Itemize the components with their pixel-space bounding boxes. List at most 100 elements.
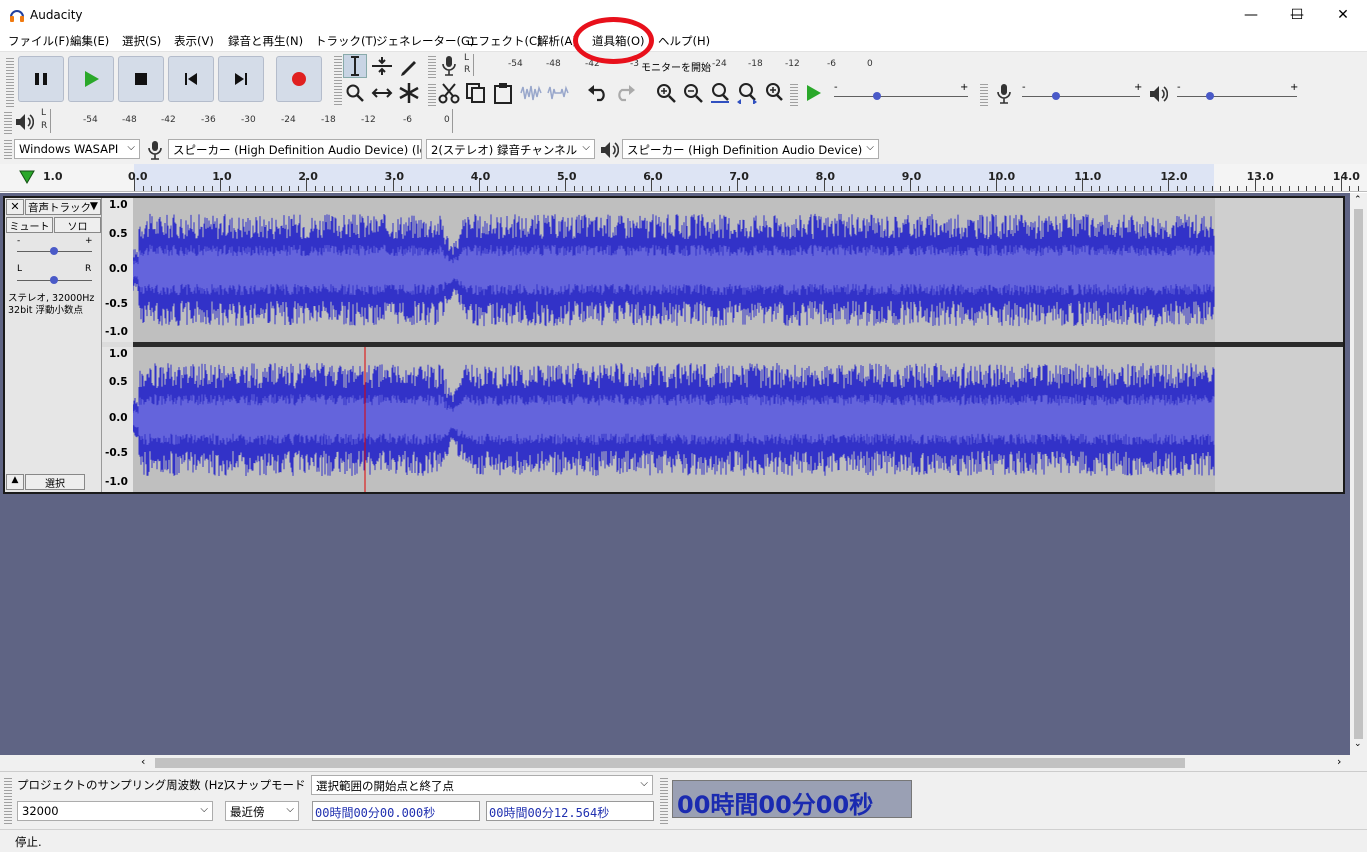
record-button[interactable] [276, 56, 322, 102]
gain-slider-knob[interactable] [50, 247, 58, 255]
silence-button[interactable] [546, 81, 570, 105]
toolbar-grip[interactable] [4, 138, 12, 160]
menu-generate[interactable]: ジェネレーター(G) [376, 33, 474, 49]
audio-position-display[interactable]: 00時間00分00秒 [672, 780, 912, 819]
slider-knob[interactable] [1052, 92, 1060, 100]
toolbar-grip[interactable] [428, 54, 436, 78]
slider-knob[interactable] [873, 92, 881, 100]
multi-tool-button[interactable] [397, 81, 421, 105]
play-button[interactable] [68, 56, 114, 102]
toolbar-grip[interactable] [980, 82, 988, 106]
toolbar-grip[interactable] [4, 110, 12, 134]
timeline-ruler[interactable]: 1.0 0.0 1.0 2.0 3.0 4.0 5.0 6.0 7.0 8.0 9.0 10.0 11… [0, 164, 1367, 192]
playback-speed-slider[interactable] [834, 96, 968, 97]
skip-to-start-button[interactable] [168, 56, 214, 102]
chevron-left-icon[interactable]: ‹ [141, 755, 145, 768]
selection-end-time[interactable]: 00時間00分12.564秒 [486, 801, 654, 821]
horizontal-scrollbar[interactable]: ‹ › [0, 755, 1367, 771]
toolbar-grip[interactable] [660, 776, 668, 826]
playback-volume-slider[interactable] [1177, 96, 1297, 97]
minimize-window-button[interactable]: — [1228, 0, 1274, 30]
play-at-speed-button[interactable] [801, 81, 825, 105]
menu-help[interactable]: ヘルプ(H) [658, 33, 710, 49]
skip-to-end-button[interactable] [218, 56, 264, 102]
solo-button[interactable]: ソロ [54, 217, 101, 233]
close-track-button[interactable]: ✕ [6, 199, 24, 215]
ruler-tick [212, 186, 213, 191]
selection-mode-select[interactable]: 選択範囲の開始点と終了点 ⌵ [311, 775, 653, 795]
playback-meter[interactable]: -54 -48 -42 -36 -30 -24 -18 -12 -6 0 [50, 109, 453, 133]
project-rate-select[interactable]: 32000 ⌵ [17, 801, 213, 821]
ruler-tick [927, 186, 928, 191]
close-window-button[interactable]: ✕ [1320, 0, 1366, 30]
ruler-tick [1117, 186, 1118, 191]
selection-tool-button[interactable] [343, 54, 367, 78]
audio-host-select[interactable]: Windows WASAPI ⌵ [14, 139, 140, 159]
select-track-button[interactable]: 選択 [25, 474, 85, 490]
speaker-icon[interactable] [14, 112, 34, 132]
snap-mode-select[interactable]: 最近傍 ⌵ [225, 801, 299, 821]
recording-meter[interactable]: -54 -48 -42 -3 モニターを開始 -24 -18 -12 -6 0 [473, 54, 876, 76]
time-shift-tool-button[interactable] [370, 81, 394, 105]
track-format-line1: ステレオ, 32000Hz [8, 293, 95, 304]
microphone-icon[interactable] [440, 55, 458, 77]
fit-project-button[interactable] [735, 81, 759, 105]
chevron-right-icon[interactable]: › [1337, 755, 1341, 768]
audio-host-value: Windows WASAPI [19, 142, 119, 156]
menu-file[interactable]: ファイル(F) [8, 33, 70, 49]
toolbar-grip[interactable] [428, 82, 436, 106]
playback-device-select[interactable]: スピーカー (High Definition Audio Device) ⌵ [622, 139, 879, 159]
collapse-track-button[interactable]: ▲ [6, 474, 24, 490]
menu-tracks[interactable]: トラック(T) [315, 33, 377, 49]
redo-button[interactable] [613, 81, 637, 105]
menu-effect[interactable]: エフェクト(C) [467, 33, 542, 49]
fit-selection-button[interactable] [708, 81, 732, 105]
monitor-start-label[interactable]: モニターを開始 [641, 59, 711, 74]
menu-analyze[interactable]: 解析(A) [537, 33, 577, 49]
undo-button[interactable] [586, 81, 610, 105]
zoom-out-button[interactable] [681, 81, 705, 105]
track-control-panel[interactable]: ✕ 音声トラック ▼ ミュート ソロ - + L R ステレオ, 32000Hz… [5, 198, 102, 492]
ruler-tick [522, 186, 523, 191]
zoom-tool-button[interactable] [343, 81, 367, 105]
recording-volume-slider[interactable] [1022, 96, 1140, 97]
menu-transport[interactable]: 録音と再生(N) [228, 33, 303, 49]
zoom-toggle-button[interactable] [762, 81, 786, 105]
stop-button[interactable] [118, 56, 164, 102]
selection-start-time[interactable]: 00時間00分00.000秒 [312, 801, 480, 821]
record-icon [292, 72, 306, 86]
recording-channels-select[interactable]: 2(ステレオ) 録音チャンネル ⌵ [426, 139, 595, 159]
pause-button[interactable] [18, 56, 64, 102]
zoom-in-button[interactable] [654, 81, 678, 105]
slider-knob[interactable] [1206, 92, 1214, 100]
recording-device-select[interactable]: スピーカー (High Definition Audio Device) (lo… [168, 139, 422, 159]
maximize-window-button[interactable]: ☐ [1274, 0, 1320, 30]
paste-button[interactable] [491, 81, 515, 105]
menu-view[interactable]: 表示(V) [174, 33, 214, 49]
cut-button[interactable] [437, 81, 461, 105]
toolbar-grip[interactable] [4, 776, 12, 826]
meter-tick: -42 [161, 115, 176, 125]
meter-tick: -48 [546, 59, 561, 69]
trim-button[interactable] [519, 81, 543, 105]
ruler-tick [375, 186, 376, 191]
menu-edit[interactable]: 編集(E) [70, 33, 109, 49]
horizontal-scroll-thumb[interactable] [155, 758, 1185, 768]
copy-button[interactable] [464, 81, 488, 105]
pan-slider-knob[interactable] [50, 276, 58, 284]
chevron-down-icon[interactable]: ⌄ [1354, 739, 1362, 749]
track-menu-button[interactable]: 音声トラック ▼ [25, 199, 101, 215]
zoom-fit-icon [737, 83, 757, 104]
toolbar-grip[interactable] [790, 82, 798, 106]
menu-select[interactable]: 選択(S) [122, 33, 161, 49]
toolbar-grip[interactable] [6, 56, 14, 108]
pinned-play-head-icon[interactable] [19, 170, 35, 184]
mute-button[interactable]: ミュート [6, 217, 53, 233]
waveform-display[interactable] [133, 198, 1343, 492]
draw-tool-button[interactable] [397, 54, 421, 78]
vertical-scrollbar[interactable]: ⌃ ⌄ [1350, 193, 1367, 755]
chevron-up-icon[interactable]: ⌃ [1354, 195, 1362, 205]
toolbar-grip[interactable] [334, 54, 342, 106]
envelope-tool-button[interactable] [370, 54, 394, 78]
vertical-scroll-thumb[interactable] [1354, 209, 1363, 739]
